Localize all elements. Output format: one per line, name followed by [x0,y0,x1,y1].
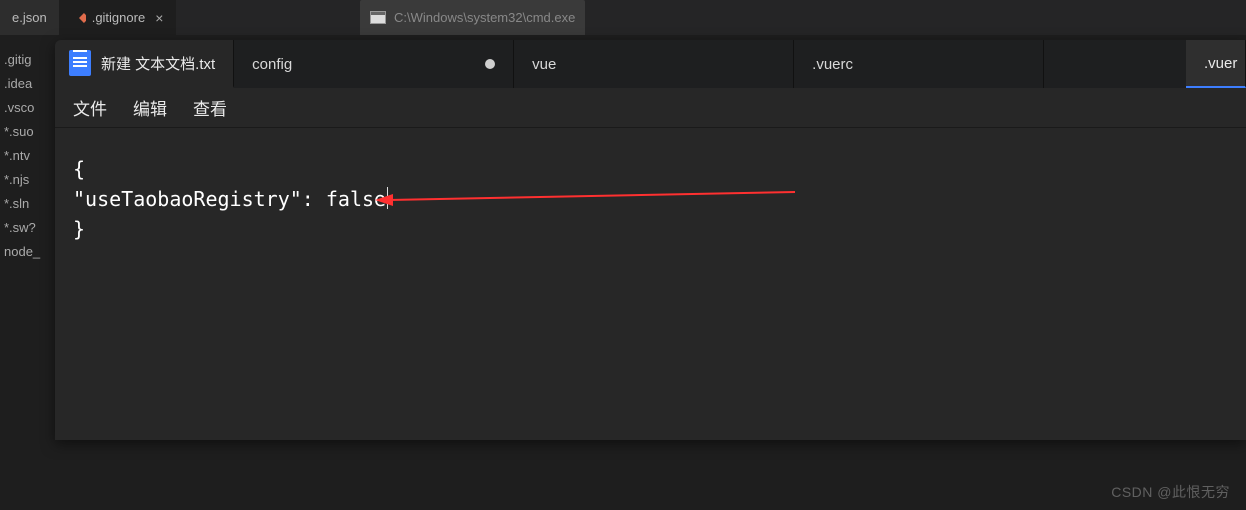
notepad-editor[interactable]: { "useTaobaoRegistry": false } [55,128,1246,270]
sidebar-line: *.sln [4,192,50,216]
notepad-app-icon [69,50,91,76]
back-tab-json[interactable]: e.json [0,0,60,35]
background-editor-tabs: e.json .gitignore × [0,0,1246,35]
code-line: "useTaobaoRegistry": false [73,184,1228,214]
sidebar-line: *.ntv [4,144,50,168]
back-tab-gitignore[interactable]: .gitignore × [60,0,177,35]
tab-label: config [252,56,292,73]
sidebar-line: *.suo [4,120,50,144]
tab-vue[interactable]: vue [514,40,794,88]
menu-view[interactable]: 查看 [193,95,227,120]
tab-vuerc-active[interactable]: .vuer [1186,40,1246,88]
tab-label: 新建 文本文档.txt [101,53,215,74]
cmd-icon [370,11,386,24]
tab-label: vue [532,56,556,73]
notepad-window: 新建 文本文档.txt config vue .vuerc .vuer 文件 编… [55,40,1246,440]
modified-dot-icon [485,59,495,69]
menu-file[interactable]: 文件 [73,95,107,120]
background-sidebar: .gitig .idea .vsco *.suo *.ntv *.njs *.s… [0,48,50,264]
notepad-tabbar: 新建 文本文档.txt config vue .vuerc .vuer [55,40,1246,88]
sidebar-line: .idea [4,72,50,96]
close-icon[interactable]: × [155,10,163,26]
code-line: { [73,154,1228,184]
tab-label: .vuer [1204,55,1237,72]
tab-new-text-doc[interactable]: 新建 文本文档.txt [55,40,234,88]
cmd-titlebar[interactable]: C:\Windows\system32\cmd.exe [360,0,585,35]
code-line: } [73,214,1228,244]
cmd-title: C:\Windows\system32\cmd.exe [394,10,575,25]
menu-edit[interactable]: 编辑 [133,95,167,120]
tab-label: .vuerc [812,56,853,73]
sidebar-line: node_ [4,240,50,264]
watermark: CSDN @此恨无穷 [1111,482,1230,502]
git-icon [72,11,86,25]
sidebar-line: .gitig [4,48,50,72]
notepad-menubar: 文件 编辑 查看 [55,88,1246,128]
tab-config[interactable]: config [234,40,514,88]
annotation-arrow-icon [375,188,795,208]
sidebar-line: .vsco [4,96,50,120]
tab-label: .gitignore [92,10,145,25]
sidebar-line: *.njs [4,168,50,192]
tab-vuerc[interactable]: .vuerc [794,40,1044,88]
tab-label: e.json [12,10,47,25]
sidebar-line: *.sw? [4,216,50,240]
